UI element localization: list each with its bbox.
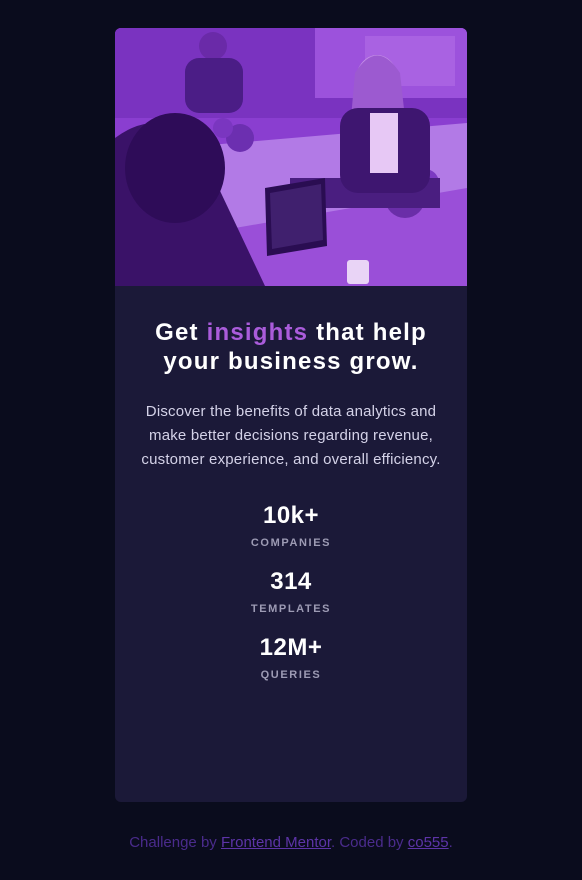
attribution-middle: . Coded by	[331, 834, 404, 851]
hero-image	[115, 28, 467, 286]
stat-queries: 12M+ QUERIES	[141, 634, 441, 682]
stats-card: Get insights that help your business gro…	[115, 28, 467, 802]
attribution-prefix: Challenge by	[129, 834, 217, 851]
headline-accent-word: insights	[206, 319, 309, 346]
author-link[interactable]: co555	[408, 834, 449, 851]
stats-list: 10k+ COMPANIES 314 TEMPLATES 12M+ QUERIE…	[141, 502, 441, 682]
headline-start: Get	[155, 319, 199, 346]
stat-label: COMPANIES	[250, 537, 332, 549]
stat-value: 314	[270, 568, 312, 595]
stat-label: TEMPLATES	[250, 603, 332, 615]
headline: Get insights that help your business gro…	[141, 318, 441, 376]
frontend-mentor-link[interactable]: Frontend Mentor	[221, 834, 331, 851]
stat-label: QUERIES	[260, 669, 322, 681]
stat-companies: 10k+ COMPANIES	[141, 502, 441, 550]
attribution: Challenge by Frontend Mentor. Coded by c…	[0, 833, 582, 853]
stat-templates: 314 TEMPLATES	[141, 568, 441, 616]
stat-value: 12M+	[259, 634, 323, 661]
office-photo-illustration	[115, 28, 467, 286]
attribution-suffix: .	[448, 834, 453, 851]
description: Discover the benefits of data analytics …	[141, 403, 441, 468]
stat-value: 10k+	[262, 502, 320, 529]
